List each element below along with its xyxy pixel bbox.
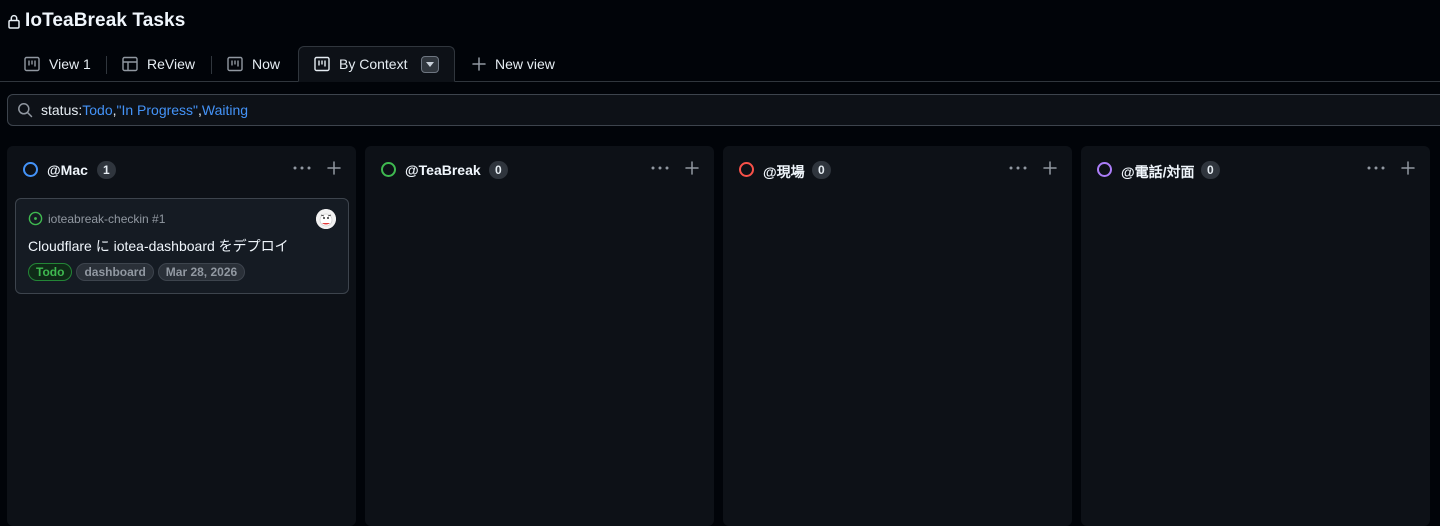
card-repo: ioteabreak-checkin #1 (28, 211, 165, 226)
column-title: @電話/対面 (1121, 164, 1195, 180)
filter-value: Waiting (201, 102, 249, 118)
tab-label: View 1 (49, 55, 91, 72)
tab-label: By Context (339, 56, 408, 72)
view-options-button[interactable] (421, 55, 440, 73)
lock-icon (8, 14, 20, 29)
status-badge[interactable]: Todo (28, 263, 73, 281)
board-column-teabreak: @TeaBreak 0 (365, 146, 714, 526)
filter-value: "In Progress" (116, 102, 199, 118)
tab-divider (106, 56, 107, 74)
board-icon (24, 56, 40, 72)
add-item-icon[interactable] (684, 160, 700, 176)
more-options-icon[interactable] (1008, 160, 1028, 176)
repo-label: ioteabreak-checkin #1 (48, 211, 166, 226)
column-header: @Mac 1 (7, 146, 356, 192)
column-header: @TeaBreak 0 (365, 146, 714, 192)
filter-value: Todo (82, 102, 113, 118)
tab-review[interactable]: ReView (122, 46, 195, 81)
label-badge[interactable]: dashboard (76, 263, 154, 281)
column-header: @電話/対面 0 (1081, 146, 1430, 192)
project-title: IoTeaBreak Tasks (25, 10, 186, 31)
tab-label: New view (495, 55, 555, 72)
filter-query: status:Todo,"In Progress",Waiting (41, 102, 248, 118)
avatar[interactable] (316, 209, 336, 229)
status-circle-icon (1097, 162, 1112, 177)
header: IoTeaBreak Tasks (0, 0, 1440, 46)
board-icon (227, 56, 243, 72)
column-count: 0 (1201, 161, 1220, 179)
board-column-mac: @Mac 1 ioteabreak-checkin #1 Cloudflare … (7, 146, 356, 526)
column-title: @現場 (763, 164, 805, 180)
status-circle-icon (381, 162, 396, 177)
column-count: 0 (489, 161, 508, 179)
column-title: @Mac (47, 162, 88, 178)
plus-icon (472, 56, 486, 71)
table-icon (122, 56, 138, 72)
more-options-icon[interactable] (1366, 160, 1386, 176)
tab-view-1[interactable]: View 1 (24, 46, 91, 81)
add-item-icon[interactable] (1042, 160, 1058, 176)
more-options-icon[interactable] (650, 160, 670, 176)
board-icon (314, 56, 330, 72)
add-item-icon[interactable] (1400, 160, 1416, 176)
view-tabs: View 1 ReView Now By Context New view (0, 46, 1440, 82)
filter-key: status: (41, 102, 83, 118)
date-badge[interactable]: Mar 28, 2026 (157, 263, 246, 281)
tab-label: Now (252, 55, 281, 72)
new-view-button[interactable]: New view (472, 46, 555, 81)
tab-by-context[interactable]: By Context (298, 46, 456, 82)
add-item-icon[interactable] (326, 160, 342, 176)
more-options-icon[interactable] (292, 160, 312, 176)
search-icon (17, 102, 41, 118)
column-count: 0 (812, 161, 831, 179)
card-labels: Todo dashboard Mar 28, 2026 (28, 263, 246, 281)
board-column-phone: @電話/対面 0 (1081, 146, 1430, 526)
status-circle-icon (23, 162, 38, 177)
tab-label: ReView (147, 55, 195, 72)
card-title[interactable]: Cloudflare に iotea-dashboard をデプロイ (28, 236, 289, 256)
filter-input[interactable]: status:Todo,"In Progress",Waiting (7, 94, 1440, 126)
tab-divider (211, 56, 212, 74)
column-title: @TeaBreak (405, 162, 481, 178)
issue-open-icon (28, 211, 43, 226)
title-area: IoTeaBreak Tasks (8, 10, 185, 32)
status-circle-icon (739, 162, 754, 177)
column-count: 1 (97, 161, 116, 179)
triangle-down-icon (426, 61, 435, 67)
issue-card[interactable]: ioteabreak-checkin #1 Cloudflare に iotea… (15, 198, 349, 294)
board-column-genba: @現場 0 (723, 146, 1072, 526)
column-header: @現場 0 (723, 146, 1072, 192)
tab-now[interactable]: Now (227, 46, 280, 81)
